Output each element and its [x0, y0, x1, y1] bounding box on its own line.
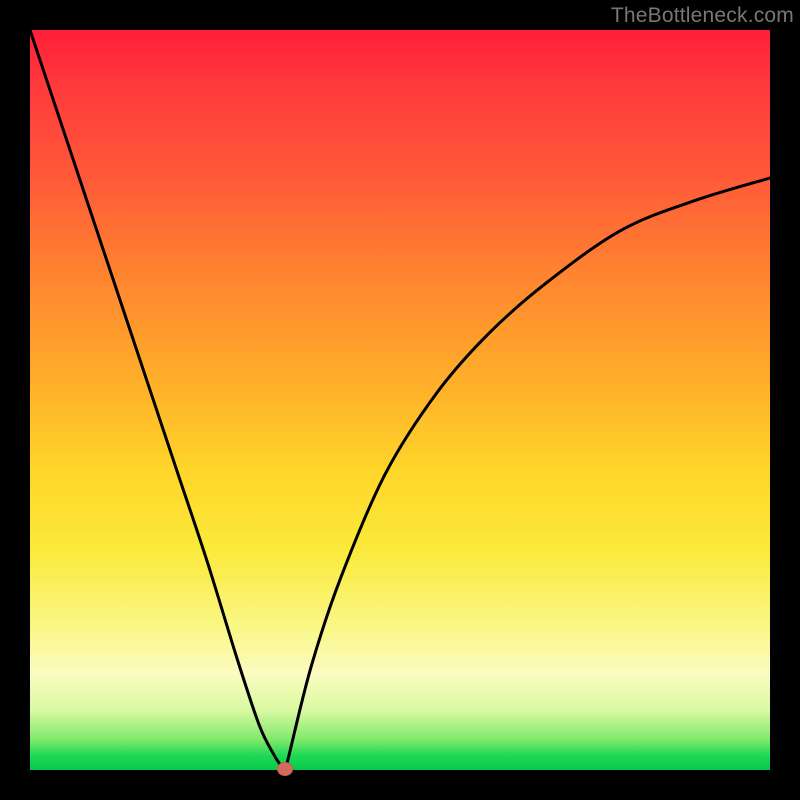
- chart-frame: TheBottleneck.com: [0, 0, 800, 800]
- optimum-marker: [277, 762, 293, 776]
- watermark-text: TheBottleneck.com: [611, 4, 794, 28]
- curve-path: [30, 30, 770, 771]
- plot-area: [30, 30, 770, 770]
- bottleneck-curve: [30, 30, 770, 770]
